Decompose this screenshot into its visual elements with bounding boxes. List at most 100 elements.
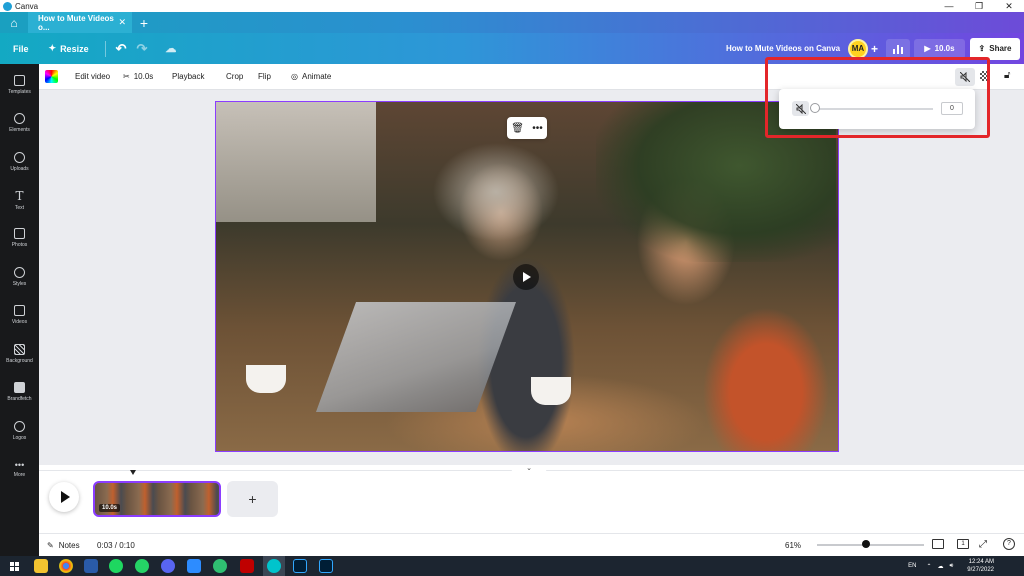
sidebar-item-brandfetch[interactable]: Brandfetch (0, 373, 39, 411)
spotify-icon[interactable] (109, 559, 123, 573)
avatar[interactable]: MA (848, 38, 868, 59)
share-label: Share (989, 44, 1012, 53)
sidebar-item-styles[interactable]: Styles (0, 258, 39, 296)
color-picker-icon[interactable] (45, 70, 58, 83)
whatsapp-icon[interactable] (135, 559, 149, 573)
video-play-button[interactable] (513, 264, 539, 290)
xbox-icon[interactable] (213, 559, 227, 573)
tab-design[interactable]: How to Mute Videos o... ✕ (28, 12, 132, 33)
volume-value-input[interactable]: 0 (941, 102, 963, 115)
photoshop-icon[interactable] (319, 559, 333, 573)
edit-video-button[interactable]: Edit video (75, 72, 110, 81)
lock-icon[interactable]: 🔓︎ (1004, 70, 1010, 81)
trash-icon[interactable]: 🗑︎ (511, 123, 524, 134)
redo-icon[interactable]: ↷ (137, 41, 148, 57)
scissors-icon: ✂ (123, 72, 130, 81)
present-play-button[interactable]: ▶ 10.0s (914, 38, 965, 59)
tab-strip: ⌂ How to Mute Videos o... ✕ + (0, 12, 1024, 33)
file-explorer-icon[interactable] (34, 559, 48, 573)
resize-button[interactable]: ✦ Resize (49, 43, 89, 54)
add-collaborator-button[interactable]: + (871, 42, 878, 56)
sidebar-item-more[interactable]: ••• More (0, 450, 39, 488)
zoom-level[interactable]: 61% (785, 541, 801, 550)
play-icon: ▶ (924, 44, 931, 53)
notes-label: Notes (58, 540, 80, 550)
lightroom-icon[interactable] (293, 559, 307, 573)
add-page-button[interactable]: + (227, 481, 278, 517)
sidebar-item-logos[interactable]: Logos (0, 412, 39, 450)
transparency-icon[interactable] (980, 71, 990, 81)
insights-button[interactable] (886, 38, 910, 59)
taskbar-clock[interactable]: 12:24 AM 9/27/2022 (967, 558, 994, 574)
sidebar-item-label: More (13, 472, 26, 478)
canva-app-icon[interactable] (267, 559, 281, 573)
sidebar-item-label: Uploads (10, 166, 29, 172)
language-indicator[interactable]: EN (908, 563, 916, 569)
more-icon: ••• (14, 460, 25, 470)
word-icon[interactable] (84, 559, 98, 573)
sidebar-item-background[interactable]: Background (0, 335, 39, 373)
notes-button[interactable]: ✎ Notes (47, 541, 80, 550)
sidebar-item-label: Videos (11, 319, 28, 325)
chrome-icon[interactable] (59, 559, 73, 573)
undo-icon[interactable]: ↶ (116, 41, 127, 57)
sidebar-item-elements[interactable]: Elements (0, 104, 39, 142)
collapse-timeline-icon[interactable]: ⌄ (511, 465, 547, 475)
volume-mute-toggle[interactable] (792, 101, 809, 116)
resize-label: Resize (60, 43, 89, 54)
crop-button[interactable]: Crop (226, 72, 243, 81)
discord-icon[interactable] (161, 559, 175, 573)
windows-icon (9, 561, 19, 571)
playhead-marker[interactable] (130, 470, 136, 475)
sidebar-item-text[interactable]: T Text (0, 181, 39, 219)
sidebar-item-label: Photos (11, 242, 28, 248)
fullscreen-icon[interactable]: ⤢ (979, 539, 987, 550)
tab-close-icon[interactable]: ✕ (118, 17, 126, 28)
animate-button[interactable]: ◎ Animate (291, 72, 331, 81)
cloud-tray-icon[interactable]: ☁ (938, 563, 944, 570)
sidebar-item-uploads[interactable]: Uploads (0, 143, 39, 181)
divider (104, 40, 106, 57)
logos-icon (14, 421, 25, 432)
sidebar-item-templates[interactable]: Templates (0, 66, 39, 104)
playback-button[interactable]: Playback (172, 72, 204, 81)
clip-duration: 10.0s (99, 504, 121, 512)
trim-button[interactable]: ✂ 10.0s (123, 72, 153, 81)
share-button[interactable]: ⇪ Share (970, 37, 1020, 60)
flip-button[interactable]: Flip (258, 72, 271, 81)
sidebar-item-label: Elements (9, 127, 30, 133)
floating-menu: 🗑︎ ••• (507, 117, 547, 139)
home-button[interactable]: ⌂ (0, 12, 28, 33)
zoom-slider-thumb[interactable] (862, 540, 870, 548)
grid-view-icon[interactable] (932, 539, 944, 549)
bar-chart-icon (893, 48, 895, 54)
design-title[interactable]: How to Mute Videos on Canva (726, 44, 840, 53)
more-options-icon[interactable]: ••• (532, 123, 543, 134)
help-icon[interactable]: ? (1003, 538, 1015, 550)
restore-button[interactable]: ❐ (964, 0, 994, 12)
trim-duration: 10.0s (133, 72, 154, 81)
zoom-slider-track[interactable] (817, 544, 924, 546)
volume-slider-thumb[interactable] (810, 103, 820, 113)
zoom-icon[interactable] (187, 559, 201, 573)
animate-icon: ◎ (291, 72, 298, 81)
playback-time: 0:03 / 0:10 (97, 540, 135, 550)
tab-label: How to Mute Videos o... (38, 13, 114, 32)
tray-chevron-icon[interactable]: ⌃ (926, 563, 931, 570)
volume-tray-icon[interactable]: 🔊︎ (950, 563, 954, 570)
sidebar-item-photos[interactable]: Photos (0, 219, 39, 257)
sparkle-icon: ✦ (48, 43, 57, 53)
video-clip[interactable]: 10.0s (93, 481, 221, 517)
left-sidebar: Templates Elements Uploads T Text Photos … (0, 64, 39, 556)
sidebar-item-videos[interactable]: Videos (0, 296, 39, 334)
volume-button[interactable] (955, 68, 975, 86)
new-tab-button[interactable]: + (132, 12, 156, 33)
file-menu[interactable]: File (13, 44, 29, 54)
page-count[interactable]: 1 (957, 539, 969, 549)
start-button[interactable] (0, 561, 28, 571)
close-button[interactable]: ✕ (994, 0, 1024, 12)
timeline-play-button[interactable] (49, 482, 79, 512)
minimize-button[interactable]: — (934, 0, 964, 12)
filezilla-icon[interactable] (240, 559, 254, 573)
volume-slider-track[interactable] (813, 108, 933, 110)
